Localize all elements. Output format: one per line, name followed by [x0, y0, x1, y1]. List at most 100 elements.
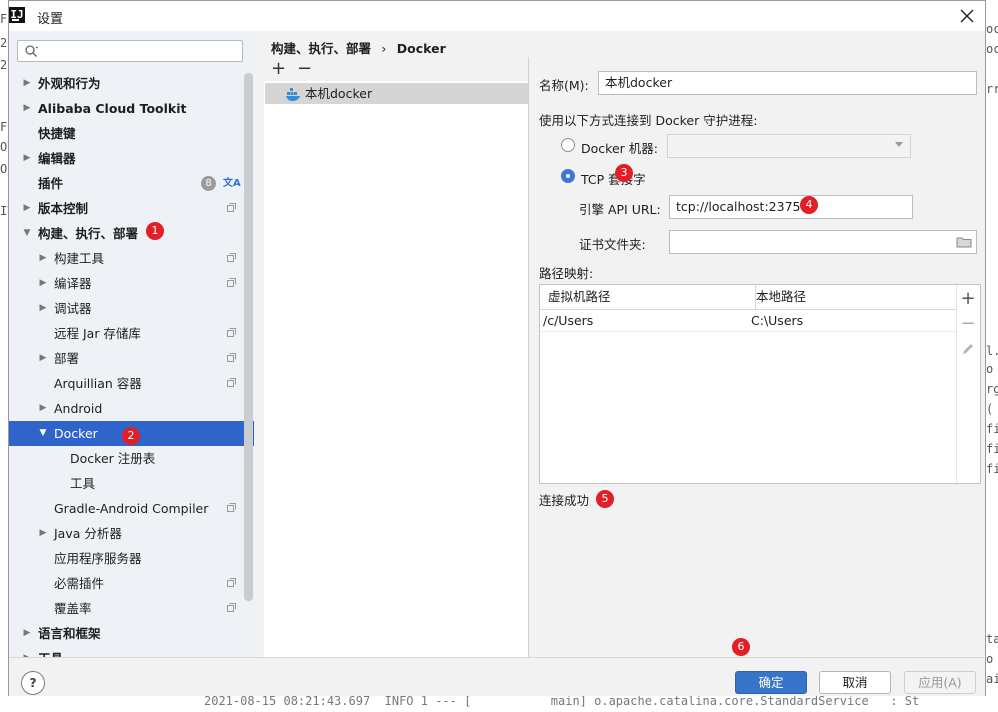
folder-icon[interactable] [956, 236, 972, 248]
tree-item[interactable]: 远程 Jar 存储库 [9, 321, 245, 346]
bg-text: fi [986, 422, 998, 436]
tree-item[interactable]: ▶ 部署 [9, 346, 245, 371]
tree-item[interactable]: 快捷键 [9, 121, 245, 146]
tree-item[interactable]: Gradle-Android Compiler [9, 496, 245, 521]
tree-item-label: Arquillian 容器 [54, 376, 142, 391]
tree-item[interactable]: Docker 注册表 [9, 446, 245, 471]
chevron-right-icon[interactable]: ▶ [38, 396, 48, 421]
tree-item[interactable]: ▶ 外观和行为 [9, 71, 245, 96]
tree-item-label: Docker 注册表 [70, 451, 156, 466]
pencil-icon [963, 344, 973, 354]
chevron-right-icon[interactable]: ▶ [38, 246, 48, 271]
docker-machine-select[interactable] [667, 134, 911, 158]
path-mapping-label: 路径映射: [539, 266, 594, 281]
tree-item[interactable]: ▶ 构建工具 [9, 246, 245, 271]
remove-button[interactable]: − [297, 57, 312, 81]
tree-item-label: 编译器 [54, 276, 92, 291]
tree-item[interactable]: Arquillian 容器 [9, 371, 245, 396]
settings-dialog: IJ 设置 ▶ 外观和行为 ▶ Alibaba Cloud Toolkit 快捷键 ▶ 编辑… [8, 0, 986, 696]
docker-machine-radio[interactable] [561, 138, 575, 152]
bg-text: fi [986, 442, 998, 456]
chevron-right-icon[interactable]: ▶ [22, 196, 32, 221]
tree-item[interactable]: 必需插件 [9, 571, 245, 596]
tree-item-label: Android [54, 401, 103, 416]
column-header-local-path[interactable]: 本地路径 [756, 285, 956, 310]
table-cell[interactable]: /c/Users [540, 310, 753, 332]
project-settings-icon [227, 353, 236, 362]
apply-button[interactable]: 应用(A) [904, 671, 976, 694]
help-button[interactable]: ? [21, 671, 45, 695]
add-mapping-button[interactable]: + [956, 287, 980, 311]
chevron-down-icon[interactable]: ▼ [38, 421, 48, 446]
chevron-right-icon[interactable]: ▶ [22, 71, 32, 96]
tree-item-label: Docker [54, 426, 98, 441]
bg-log-line: 2021-08-15 08:21:43.697 INFO 1 --- [ mai… [204, 694, 920, 708]
project-settings-icon [227, 378, 236, 387]
tree-item[interactable]: 插件 8 文A [9, 171, 245, 196]
column-header-vm-path[interactable]: 虚拟机路径 [540, 285, 756, 310]
tree-item[interactable]: ▶ Android [9, 396, 245, 421]
tree-item[interactable]: ▶ Alibaba Cloud Toolkit [9, 96, 245, 121]
breadcrumb-parent[interactable]: 构建、执行、部署 [271, 41, 371, 56]
search-input[interactable] [17, 40, 243, 62]
chevron-right-icon[interactable]: ▶ [22, 621, 32, 646]
tree-item-label: 构建工具 [54, 251, 105, 266]
cert-folder-field[interactable] [669, 230, 977, 254]
settings-tree-panel: ▶ 外观和行为 ▶ Alibaba Cloud Toolkit 快捷键 ▶ 编辑器 插件 8 文A… [9, 31, 255, 666]
bg-text: l.a [986, 344, 998, 358]
chevron-right-icon[interactable]: ▶ [38, 296, 48, 321]
tree-item-label: 语言和框架 [38, 626, 101, 641]
tree-item[interactable]: ▼ 构建、执行、部署 [9, 221, 245, 246]
chevron-right-icon[interactable]: ▶ [38, 346, 48, 371]
chevron-right-icon[interactable]: ▶ [38, 521, 48, 546]
tree-item[interactable]: 覆盖率 [9, 596, 245, 621]
project-settings-icon [227, 278, 236, 287]
ok-button[interactable]: 确定 [735, 671, 807, 694]
tree-item-label: 构建、执行、部署 [38, 226, 139, 241]
edit-mapping-button[interactable] [956, 337, 980, 361]
app-icon: IJ [9, 7, 25, 23]
background-editor-right: oc oc rri l.a o rg ( fi fi fi ta o ai st [986, 0, 998, 712]
translate-icon: 文A [223, 178, 241, 189]
name-field[interactable]: 本机docker [598, 71, 977, 95]
tree-item-label: 外观和行为 [38, 76, 101, 91]
tree-item-label: Alibaba Cloud Toolkit [38, 101, 187, 116]
remove-mapping-button[interactable]: − [956, 312, 980, 336]
step-marker: 3 [615, 164, 633, 182]
tree-item[interactable]: ▶ 语言和框架 [9, 621, 245, 646]
cancel-button[interactable]: 取消 [819, 671, 891, 694]
tree-item[interactable]: 工具 [9, 471, 245, 496]
add-button[interactable]: + [271, 57, 286, 81]
tree-item[interactable]: ▶ 编译器 [9, 271, 245, 296]
project-settings-icon [227, 603, 236, 612]
tree-item-label: 工具 [70, 476, 96, 491]
project-settings-icon [227, 253, 236, 262]
title-bar[interactable]: IJ 设置 [9, 1, 985, 31]
close-button[interactable] [953, 4, 981, 28]
list-item-docker[interactable]: 本机docker [265, 83, 528, 104]
docker-connections-list [264, 57, 528, 657]
chevron-right-icon[interactable]: ▶ [38, 271, 48, 296]
connect-label: 使用以下方式连接到 Docker 守护进程: [539, 113, 758, 128]
tree-scrollbar[interactable] [244, 73, 253, 601]
tree-item[interactable]: ▶ 版本控制 [9, 196, 245, 221]
tree-item-label: 编辑器 [38, 151, 76, 166]
tree-item[interactable]: ▶ 调试器 [9, 296, 245, 321]
bg-text: ta [986, 632, 998, 646]
chevron-right-icon[interactable]: ▶ [22, 146, 32, 171]
bg-text: oc [986, 22, 998, 36]
tree-item[interactable]: ▶ Java 分析器 [9, 521, 245, 546]
update-count-badge: 8 [201, 176, 216, 191]
chevron-right-icon[interactable]: ▶ [22, 96, 32, 121]
tree-item-label: Gradle-Android Compiler [54, 501, 209, 516]
engine-url-field[interactable]: tcp://localhost:2375 [669, 195, 913, 219]
project-settings-icon [227, 503, 236, 512]
tcp-socket-radio[interactable] [561, 169, 575, 183]
connection-status: 连接成功 [539, 493, 590, 508]
tree-item[interactable]: ▶ 编辑器 [9, 146, 245, 171]
project-settings-icon [227, 328, 236, 337]
chevron-down-icon[interactable]: ▼ [22, 221, 32, 246]
table-cell[interactable]: C:\Users [751, 310, 956, 332]
tree-item[interactable]: 应用程序服务器 [9, 546, 245, 571]
engine-url-label: 引擎 API URL: [579, 202, 661, 217]
